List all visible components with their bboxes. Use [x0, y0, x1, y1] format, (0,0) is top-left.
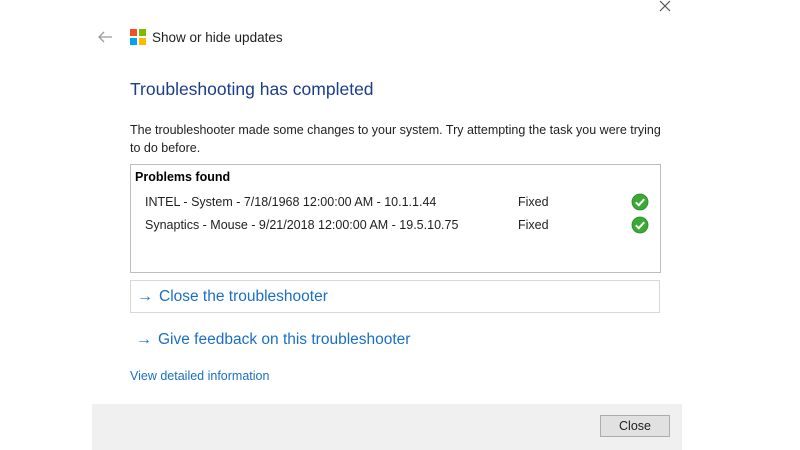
green-check-icon: [631, 193, 649, 211]
close-troubleshooter-label: Close the troubleshooter: [159, 287, 328, 305]
problems-found-header: Problems found: [135, 170, 231, 184]
header-title: Show or hide updates: [152, 29, 283, 45]
close-button[interactable]: Close: [600, 415, 670, 437]
problems-found-panel: Problems found INTEL - System - 7/18/196…: [130, 164, 661, 273]
problem-row: Synaptics - Mouse - 9/21/2018 12:00:00 A…: [145, 216, 655, 236]
problem-status: Fixed: [518, 218, 549, 232]
page-title: Troubleshooting has completed: [130, 79, 374, 99]
arrow-right-icon: →: [136, 330, 152, 348]
green-check-icon: [631, 216, 649, 234]
close-icon[interactable]: [656, 0, 674, 14]
give-feedback-label: Give feedback on this troubleshooter: [158, 330, 411, 348]
description-text: The troubleshooter made some changes to …: [130, 123, 661, 155]
problem-name: Synaptics - Mouse - 9/21/2018 12:00:00 A…: [145, 218, 459, 232]
give-feedback-link[interactable]: → Give feedback on this troubleshooter: [130, 323, 660, 356]
troubleshooter-window: Show or hide updates Troubleshooting has…: [0, 0, 800, 450]
close-troubleshooter-link[interactable]: → Close the troubleshooter: [130, 280, 660, 313]
footer-bar: Close: [92, 404, 682, 450]
header: Show or hide updates: [97, 27, 283, 47]
problem-name: INTEL - System - 7/18/1968 12:00:00 AM -…: [145, 195, 437, 209]
view-detailed-information-link[interactable]: View detailed information: [130, 369, 269, 383]
back-arrow-icon[interactable]: [97, 30, 113, 44]
problem-status: Fixed: [518, 195, 549, 209]
arrow-right-icon: →: [137, 287, 153, 305]
problem-row: INTEL - System - 7/18/1968 12:00:00 AM -…: [145, 193, 655, 213]
windows-logo-icon: [130, 29, 146, 45]
